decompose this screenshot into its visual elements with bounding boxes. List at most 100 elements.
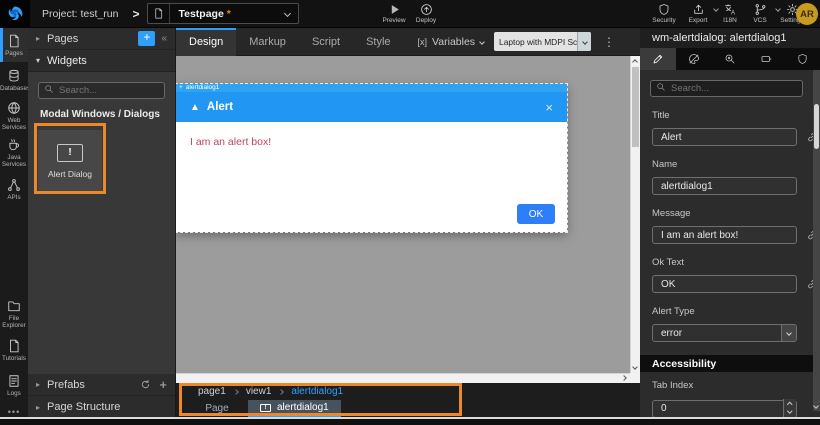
add-prefab-icon[interactable]: + [159,380,167,390]
tab-device[interactable] [748,48,784,70]
rail-item-apis[interactable]: APIs [0,172,28,206]
alert-type-select[interactable]: error [652,324,797,342]
device-icon [760,53,773,65]
panel-scrollbar[interactable] [813,70,820,411]
logs-icon [7,374,21,388]
title-input[interactable] [652,128,797,146]
alert-dialog-preview[interactable]: + alertdialog1 ▲ Alert × I am an alert b… [176,84,567,232]
design-canvas[interactable]: + alertdialog1 ▲ Alert × I am an alert b… [176,56,640,383]
more-options-icon[interactable]: ⋮ [603,35,615,49]
bind-icon[interactable] [806,278,813,290]
pages-panel-header[interactable]: ▸ Pages + « [28,28,175,50]
dialog-header: ▲ Alert × [176,92,567,122]
tab-security[interactable] [784,48,820,70]
tab-alertdialog1-context[interactable]: ! alertdialog1 [248,400,341,417]
refresh-icon[interactable] [140,379,151,390]
rail-item-databases[interactable]: Databases [0,63,28,97]
tab-markup[interactable]: Markup [236,28,299,56]
ok-button[interactable]: OK [517,204,555,224]
tab-style[interactable]: Style [353,28,403,56]
breadcrumb-page1[interactable]: page1 [198,386,226,397]
database-icon [7,69,21,83]
tab-events[interactable] [712,48,748,70]
globe-icon [7,101,21,115]
widgets-panel-header[interactable]: ▾ Widgets [28,50,175,72]
rail-item-tutorials[interactable]: Tutorials [0,333,28,367]
scrollbar-thumb[interactable] [814,104,819,149]
unsaved-marker: * [227,8,231,20]
caret-right-icon: ▸ [36,403,40,412]
left-rail: Pages Databases Web Services Java Servic… [0,28,28,425]
collapse-panel-icon[interactable]: « [161,33,167,44]
scroll-down-icon[interactable] [813,403,819,409]
caret-down-icon: ▾ [36,56,40,65]
device-selector-dropdown[interactable]: Laptop with MDPI Screen [494,32,591,51]
project-name: Project: test_run [42,8,118,20]
window-bottom-strip [0,417,820,425]
wavemaker-logo[interactable] [0,0,30,28]
scrollbar-thumb[interactable] [632,67,639,147]
scroll-up-icon[interactable] [632,59,638,65]
user-avatar[interactable]: AR [796,3,818,25]
variables-icon: [x] [418,37,428,47]
tab-styles[interactable] [676,48,712,70]
variables-button[interactable]: [x] Variables [418,36,485,48]
canvas-horizontal-scrollbar[interactable] [176,373,630,383]
ok-text-input[interactable] [652,275,797,293]
alert-dialog-icon: ! [260,404,271,412]
warning-icon: ▲ [190,102,200,113]
widgets-list: Modal Windows / Dialogs ! Alert Dialog [28,72,175,374]
rail-item-pages[interactable]: Pages [0,28,28,62]
chevron-down-icon [781,325,796,341]
current-page-name: Testpage [178,8,223,20]
api-icon [7,178,21,192]
tab-script[interactable]: Script [299,28,353,56]
name-input[interactable] [652,177,797,195]
close-icon[interactable]: × [545,100,553,115]
canvas-vertical-scrollbar[interactable] [630,56,640,373]
search-icon [44,84,54,94]
editor-toolbar: Design Markup Script Style [x] Variables… [176,28,640,56]
selection-tag[interactable]: + alertdialog1 [176,84,567,92]
pages-icon [7,34,21,48]
palette-icon [688,53,700,65]
deploy-button[interactable]: Deploy [406,2,446,24]
rail-item-java-services[interactable]: Java Services [0,135,28,171]
rail-item-file-explorer[interactable]: File Explorer [0,296,28,332]
field-alert-type: Alert Type error [652,306,801,342]
breadcrumb-alertdialog1[interactable]: alertdialog1 [291,386,343,397]
tab-design[interactable]: Design [176,28,236,56]
breadcrumb-view1[interactable]: view1 [246,386,272,397]
move-icon: + [179,84,183,92]
rail-item-logs[interactable]: Logs [0,368,28,402]
number-stepper[interactable] [783,399,796,417]
message-input[interactable] [652,226,797,244]
tab-page-context[interactable]: Page [186,400,248,417]
chevron-right-icon [279,389,285,395]
scrollbar-corner [630,373,640,383]
prefabs-panel-header[interactable]: ▸ Prefabs + [28,374,175,396]
rail-item-web-services[interactable]: Web Services [0,98,28,134]
section-accessibility: Accessibility [640,355,813,372]
page-structure-panel-header[interactable]: ▸ Page Structure [28,396,175,418]
tab-properties[interactable] [640,48,676,70]
bind-icon[interactable] [806,229,813,241]
dialog-body: I am an alert box! OK [176,122,567,232]
dialog-message: I am an alert box! [190,136,271,148]
bind-icon[interactable] [806,131,813,143]
scroll-down-icon[interactable] [632,364,638,370]
properties-panel: wm-alertdialog: alertdialog1 Title [640,28,820,417]
search-flash-icon [724,53,736,65]
chevron-right-icon [233,389,239,395]
alert-dialog-widget-tile[interactable]: ! Alert Dialog [38,130,102,192]
tutorial-icon [7,339,21,353]
top-bar: Project: test_run > Testpage * Preview D… [0,0,820,28]
tab-index-input[interactable] [652,400,797,418]
widget-search-input[interactable] [38,82,165,99]
scroll-right-icon[interactable] [621,375,627,381]
breadcrumb: page1 view1 alertdialog1 [176,383,640,400]
widget-category-label: Modal Windows / Dialogs [40,109,163,120]
page-selector-dropdown[interactable]: Testpage * [147,3,299,24]
add-page-button[interactable]: + [138,31,155,46]
property-search-input[interactable] [650,80,803,97]
